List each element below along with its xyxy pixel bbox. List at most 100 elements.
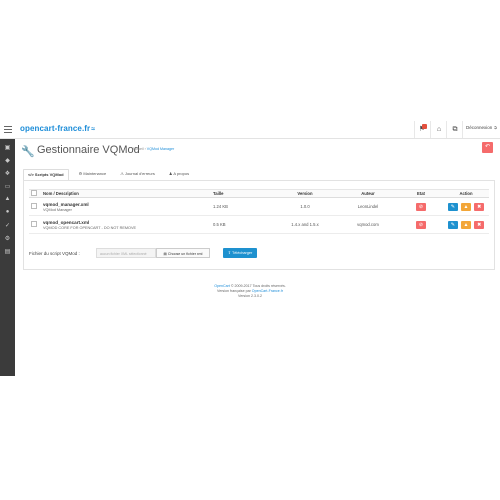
cart-icon[interactable]: ▲: [0, 194, 15, 204]
tab-bar: </> Scripts VQMod ⚙ Maintenance ⚠ Journa…: [23, 169, 199, 180]
script-version: 1.0.0: [273, 197, 337, 216]
script-description: VQMod Manager: [43, 207, 72, 212]
dashboard-icon[interactable]: ▣: [0, 142, 15, 152]
tab-maintenance[interactable]: ⚙ Maintenance: [75, 169, 111, 179]
script-size: 1.24 KB: [211, 197, 273, 216]
script-author: LeonLindel: [337, 197, 399, 216]
footer-translator-link[interactable]: OpenCart-France.fr: [252, 289, 283, 293]
home-icon[interactable]: ⌂: [434, 125, 444, 134]
status-cell: ⊘: [399, 215, 443, 234]
edit-button[interactable]: ✎: [447, 220, 458, 229]
col-name: Nom / Description: [41, 189, 211, 198]
logo-wave-icon: ≈: [91, 126, 96, 133]
tab-error-log[interactable]: ⚠ Journal d'erreurs: [116, 169, 159, 179]
edit-button[interactable]: ✎: [447, 202, 458, 211]
script-description: VQMOD CORE FOR OPENCART - DO NOT REMOVE: [43, 225, 137, 230]
folder-icon: ▤: [163, 252, 167, 256]
script-cell: vqmod_opencart.xml VQMOD CORE FOR OPENCA…: [41, 215, 211, 234]
disable-script-button[interactable]: ⊘: [416, 220, 426, 229]
footer-opencart-link[interactable]: OpenCart: [214, 284, 230, 288]
upload-icon: ⇧: [227, 251, 231, 255]
script-size: 0.5 KB: [211, 215, 273, 234]
breadcrumb-home[interactable]: Accueil: [132, 147, 144, 151]
logo[interactable]: opencart-france.fr≈: [20, 124, 95, 133]
row-checkbox[interactable]: [31, 203, 37, 209]
chart-icon[interactable]: ▤: [0, 246, 15, 256]
col-version: Version: [273, 189, 337, 198]
script-author: vqmod.com: [337, 215, 399, 234]
logout-link[interactable]: Déconnexion ➲: [466, 125, 497, 131]
reply-icon: ↶: [484, 144, 491, 150]
warning-button[interactable]: ▲: [461, 202, 471, 211]
logo-text: opencart-france.fr: [20, 124, 91, 133]
tab-scripts[interactable]: </> Scripts VQMod: [23, 169, 69, 180]
select-all-header: [29, 189, 41, 198]
logout-label: Déconnexion: [466, 125, 493, 130]
pencil-icon: ✎: [450, 221, 455, 228]
delete-button[interactable]: ✖: [474, 220, 485, 229]
warning-icon: ⚠: [120, 171, 124, 176]
breadcrumb: Accueil › VQMod Manager: [132, 147, 174, 151]
code-icon: </>: [28, 172, 34, 177]
warning-icon: ▲: [463, 221, 469, 228]
user-icon: ♟: [168, 171, 173, 176]
ban-icon: ⊘: [418, 221, 424, 228]
tab-about[interactable]: ♟ A propos: [165, 169, 193, 179]
header-divider: [430, 121, 431, 138]
alerts-badge: [422, 124, 427, 129]
breadcrumb-current[interactable]: VQMod Manager: [147, 147, 174, 151]
upload-row: Fichier du script VQMod : aucun fichier …: [29, 247, 489, 261]
action-cell: ✎ ▲ ✖: [443, 197, 489, 216]
header-divider: [446, 121, 447, 138]
table-row: vqmod_opencart.xml VQMOD CORE FOR OPENCA…: [29, 215, 489, 234]
header-divider: [414, 121, 415, 138]
script-version: 1.4.x and 1.5.x: [273, 215, 337, 234]
row-checkbox[interactable]: [31, 221, 37, 227]
trash-icon: ✖: [477, 221, 482, 228]
disable-script-button[interactable]: ⊘: [416, 202, 426, 211]
footer: OpenCart © 2009-2017 Tous droits réservé…: [0, 284, 500, 299]
status-cell: ⊘: [399, 197, 443, 216]
upload-label: Fichier du script VQMod :: [29, 251, 80, 256]
help-icon[interactable]: ⧉: [450, 125, 460, 134]
gear-icon[interactable]: ⚙: [0, 233, 15, 243]
logout-icon: ➲: [493, 125, 498, 130]
warning-icon: ▲: [463, 203, 469, 210]
ban-icon: ⊘: [418, 203, 424, 210]
col-size: Taille: [211, 189, 273, 198]
scripts-table: Nom / Description Taille Version Auteur …: [29, 189, 489, 234]
script-name: vqmod_opencart.xml: [43, 219, 90, 225]
footer-version: Version 2.3.0.2: [238, 294, 262, 298]
action-cell: ✎ ▲ ✖: [443, 215, 489, 234]
upload-button[interactable]: ⇧ Télécharger: [223, 248, 257, 258]
upload-file-input[interactable]: aucun fichier XML sélectionné: [96, 248, 156, 258]
pencil-icon: ✎: [450, 203, 455, 210]
row-select: [29, 215, 41, 234]
scripts-panel: Nom / Description Taille Version Auteur …: [23, 180, 495, 270]
admin-window: opencart-france.fr≈ ⚑ ⌂ ⧉ Déconnexion ➲ …: [0, 121, 500, 376]
row-select: [29, 197, 41, 216]
breadcrumb-separator: ›: [144, 147, 146, 151]
col-action: Action: [443, 189, 489, 198]
share-icon[interactable]: ✓: [0, 220, 15, 230]
col-status: Etat: [399, 189, 443, 198]
table-header-row: Nom / Description Taille Version Auteur …: [29, 189, 489, 198]
table-row: vqmod_manager.xml VQMod Manager 1.24 KB …: [29, 197, 489, 216]
user-icon[interactable]: ●: [0, 207, 15, 217]
back-button[interactable]: ↶: [482, 142, 493, 153]
wrench-icon: 🔧: [21, 146, 35, 158]
col-author: Auteur: [337, 189, 399, 198]
puzzle-icon[interactable]: ❖: [0, 168, 15, 178]
choose-file-button[interactable]: ▤ Choose un fichier xml: [156, 248, 210, 258]
select-all-checkbox[interactable]: [31, 190, 37, 196]
desktop-icon[interactable]: ▭: [0, 181, 15, 191]
tag-icon[interactable]: ◆: [0, 155, 15, 165]
delete-button[interactable]: ✖: [474, 202, 485, 211]
cogs-icon: ⚙: [78, 171, 83, 176]
warning-button[interactable]: ▲: [461, 220, 471, 229]
script-name: vqmod_manager.xml: [43, 201, 89, 207]
header-divider: [462, 121, 463, 138]
menu-toggle-icon[interactable]: [4, 125, 12, 133]
script-cell: vqmod_manager.xml VQMod Manager: [41, 197, 211, 216]
page-title: Gestionnaire VQMod: [37, 144, 140, 156]
